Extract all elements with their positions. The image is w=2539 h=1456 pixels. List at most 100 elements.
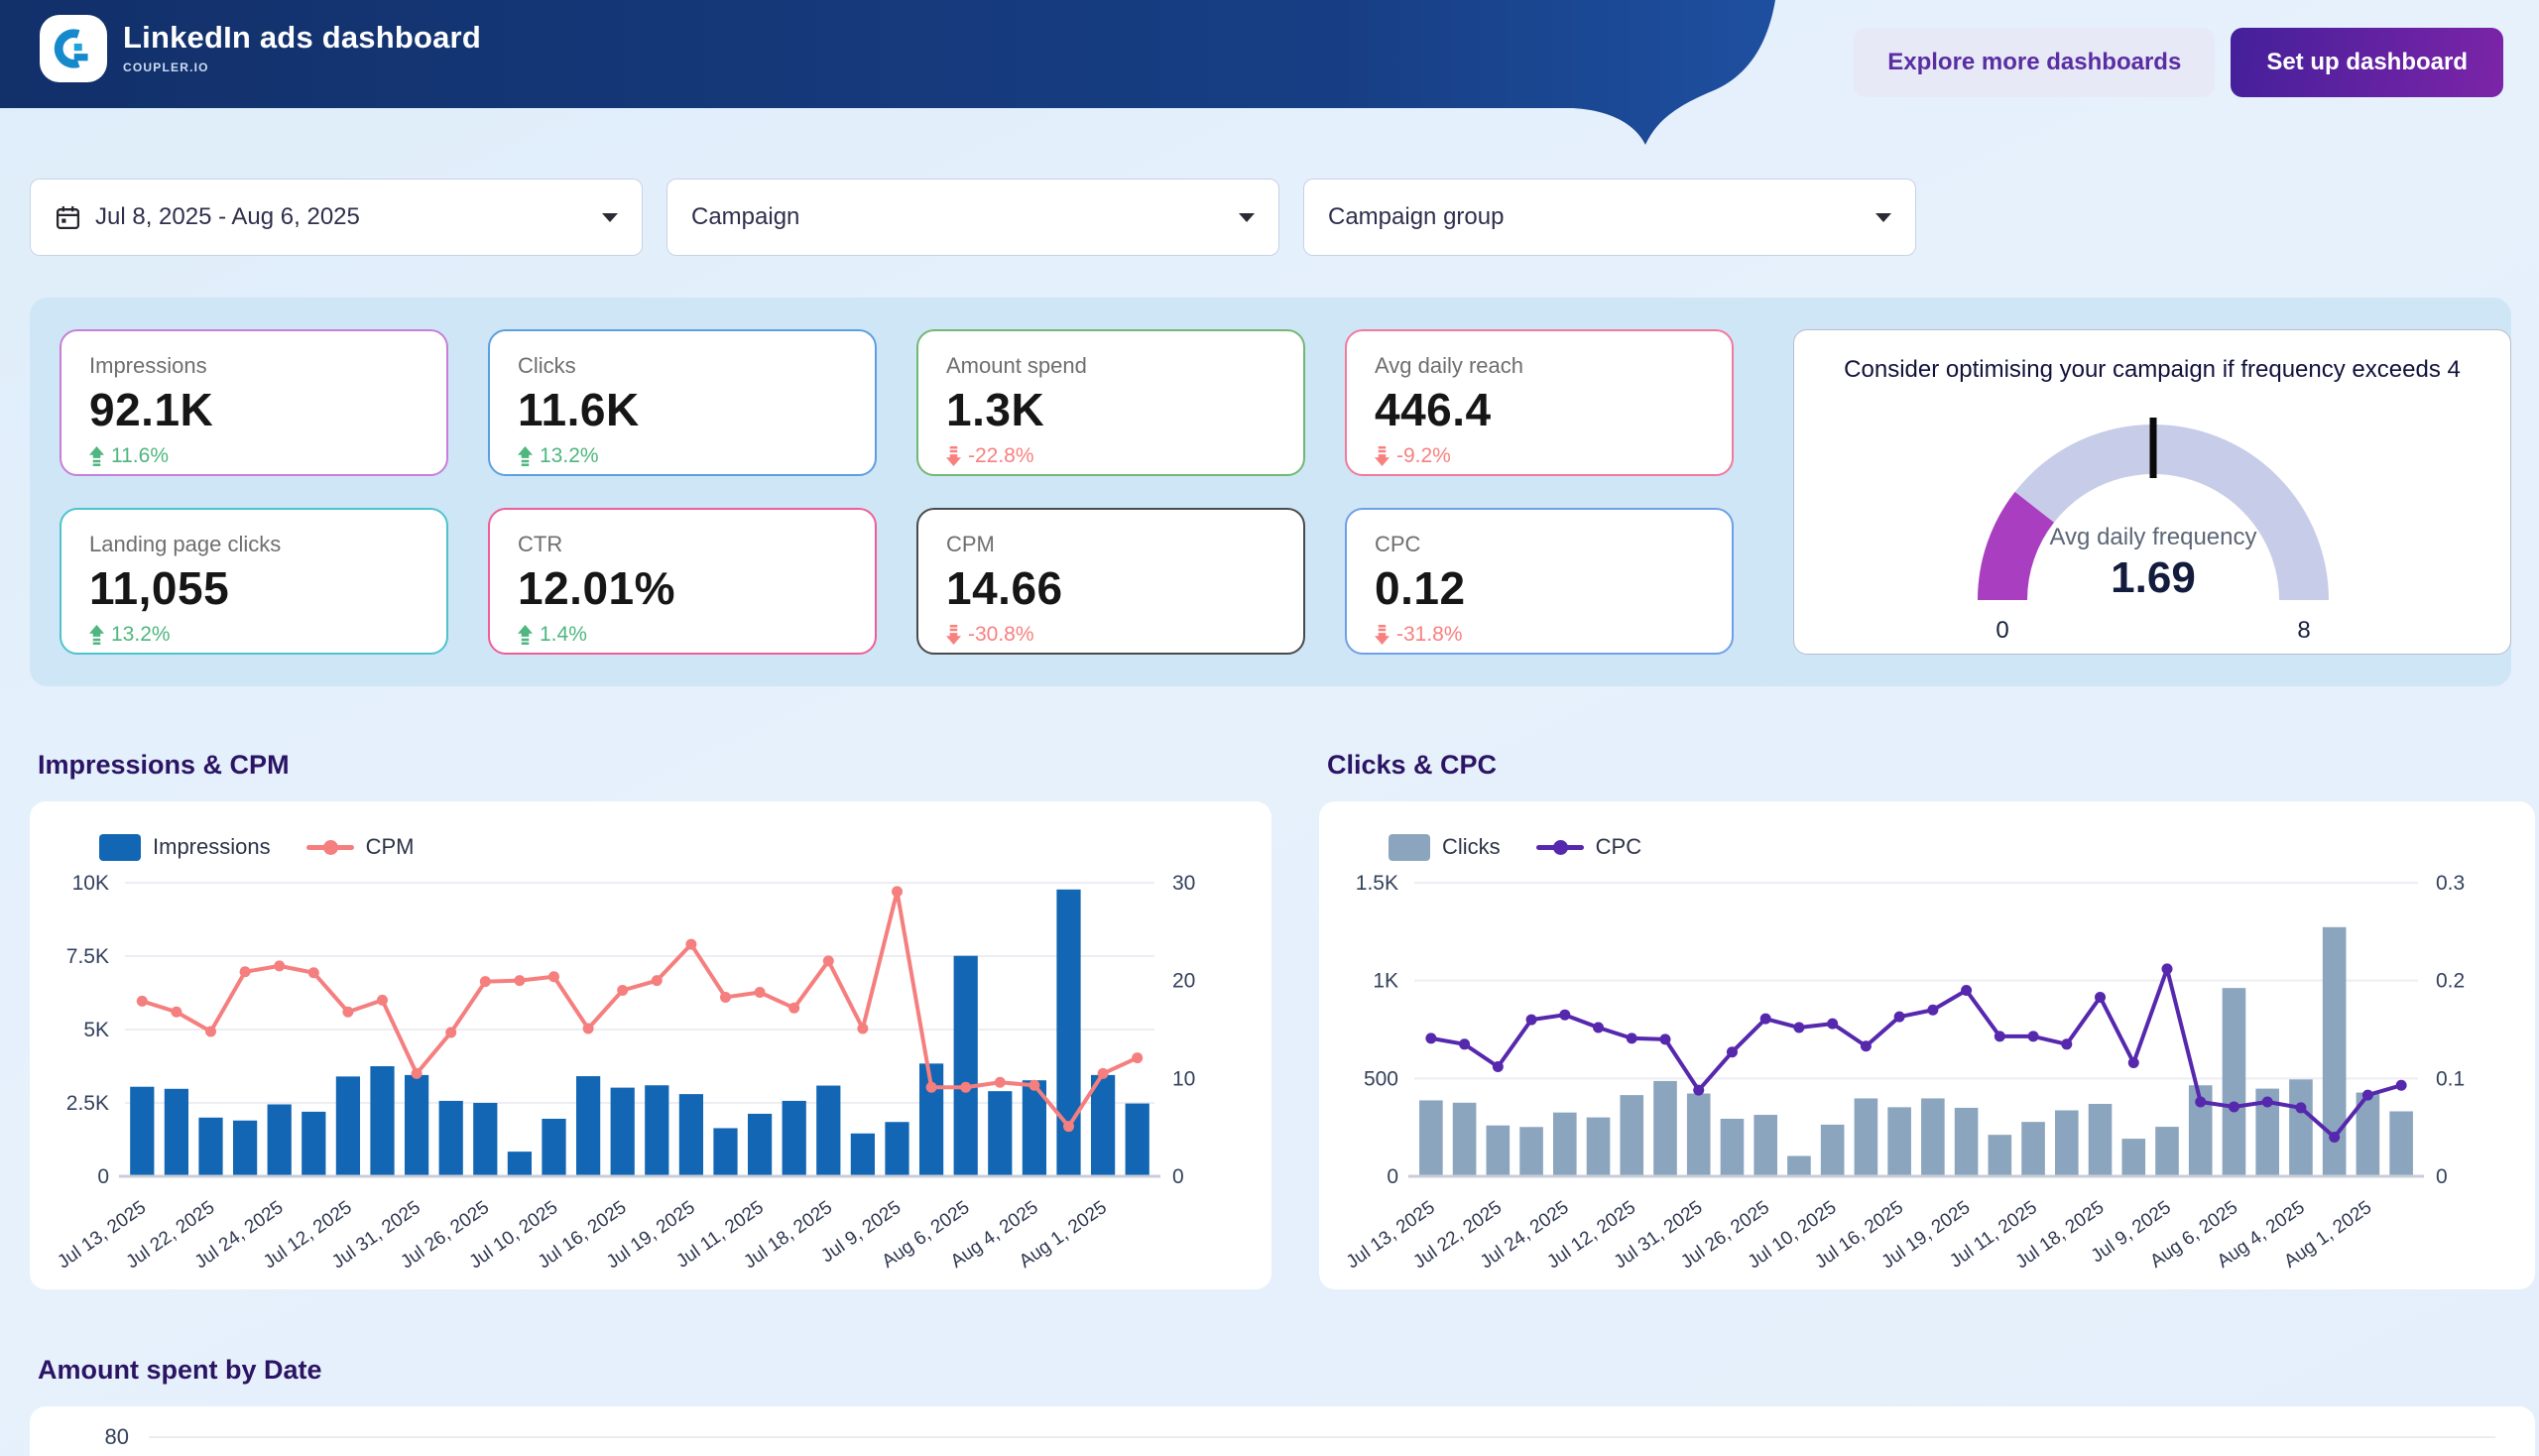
filter-bar: Jul 8, 2025 - Aug 6, 2025 Campaign Campa… xyxy=(30,179,1916,256)
trend-arrow-icon xyxy=(89,625,104,645)
kpi-value: 12.01% xyxy=(518,561,847,615)
legend-label: Clicks xyxy=(1442,834,1501,860)
clicks-cpc-legend: Clicks CPC xyxy=(1389,827,2535,867)
kpi-value: 11,055 xyxy=(89,561,419,615)
kpi-delta: -22.8% xyxy=(946,444,1275,468)
kpi-value: 1.3K xyxy=(946,383,1275,436)
kpi-card: CTR 12.01% 1.4% xyxy=(488,508,877,655)
trend-arrow-icon xyxy=(1375,446,1390,466)
gridline xyxy=(149,1436,2495,1438)
svg-text:20: 20 xyxy=(1172,970,1195,993)
svg-text:0: 0 xyxy=(1172,1165,1184,1188)
svg-text:1K: 1K xyxy=(1373,970,1398,993)
kpi-delta-value: -22.8% xyxy=(968,444,1034,468)
svg-text:10K: 10K xyxy=(72,872,109,895)
kpi-delta-value: 13.2% xyxy=(111,623,171,647)
kpi-delta: -30.8% xyxy=(946,623,1275,647)
explore-more-dashboards-button[interactable]: Explore more dashboards xyxy=(1854,28,2215,97)
impressions-cpm-title: Impressions & CPM xyxy=(38,750,290,781)
page-title: LinkedIn ads dashboard xyxy=(123,20,481,56)
svg-text:10: 10 xyxy=(1172,1067,1195,1090)
chevron-down-icon xyxy=(602,213,618,222)
kpi-delta: -31.8% xyxy=(1375,623,1704,647)
legend-label: Impressions xyxy=(153,834,271,860)
line-swatch xyxy=(1536,845,1584,850)
svg-text:0: 0 xyxy=(97,1165,109,1188)
trend-arrow-icon xyxy=(89,446,104,466)
svg-text:0: 0 xyxy=(1387,1165,1398,1188)
calendar-icon xyxy=(55,204,81,231)
kpi-panel: Impressions 92.1K 11.6% Clicks 11.6K 13.… xyxy=(30,298,2511,686)
impressions-cpm-card: ImpressionsCPM 02.5K5K7.5K10K0102030Jul … xyxy=(30,801,1271,1289)
chevron-down-icon xyxy=(1875,213,1891,222)
date-range-value: Jul 8, 2025 - Aug 6, 2025 xyxy=(95,203,588,231)
kpi-card: Amount spend 1.3K -22.8% xyxy=(916,329,1305,476)
kpi-label: CTR xyxy=(518,532,847,557)
campaign-filter-label: Campaign xyxy=(691,203,1225,231)
kpi-delta-value: 13.2% xyxy=(540,444,599,468)
app-header: LinkedIn ads dashboard COUPLER.IO Explor… xyxy=(0,0,2539,111)
svg-text:7.5K: 7.5K xyxy=(66,945,109,968)
legend-item-impressions[interactable]: Impressions xyxy=(99,834,271,861)
amount-spent-title: Amount spent by Date xyxy=(38,1355,322,1386)
date-range-filter[interactable]: Jul 8, 2025 - Aug 6, 2025 xyxy=(30,179,643,256)
clicks-cpc-chart[interactable]: 05001K1.5K00.10.20.3Jul 13, 2025Jul 22, … xyxy=(1319,867,2535,1283)
bar-swatch xyxy=(99,834,141,861)
coupler-logo-icon xyxy=(50,25,97,72)
trend-arrow-icon xyxy=(946,446,961,466)
kpi-label: Avg daily reach xyxy=(1375,353,1704,379)
kpi-label: Impressions xyxy=(89,353,419,379)
kpi-delta-value: -31.8% xyxy=(1396,623,1463,647)
trend-arrow-icon xyxy=(518,446,533,466)
kpi-delta: -9.2% xyxy=(1375,444,1704,468)
trend-arrow-icon xyxy=(946,625,961,645)
impressions-cpm-chart[interactable]: 02.5K5K7.5K10K0102030Jul 13, 2025Jul 22,… xyxy=(30,867,1271,1283)
kpi-card: Impressions 92.1K 11.6% xyxy=(60,329,448,476)
svg-text:0: 0 xyxy=(1995,617,2008,640)
legend-item-cpc[interactable]: CPC xyxy=(1536,834,1641,860)
legend-label: CPM xyxy=(366,834,415,860)
frequency-gauge-card: Consider optimising your campaign if fre… xyxy=(1793,329,2511,655)
kpi-card: Avg daily reach 446.4 -9.2% xyxy=(1345,329,1734,476)
kpi-value: 11.6K xyxy=(518,383,847,436)
svg-text:5K: 5K xyxy=(83,1019,109,1041)
kpi-label: Clicks xyxy=(518,353,847,379)
clicks-cpc-card: ClicksCPC 05001K1.5K00.10.20.3Jul 13, 20… xyxy=(1319,801,2535,1289)
kpi-card: CPM 14.66 -30.8% xyxy=(916,508,1305,655)
campaign-group-filter-label: Campaign group xyxy=(1328,203,1862,231)
kpi-delta: 11.6% xyxy=(89,444,419,468)
gauge-note: Consider optimising your campaign if fre… xyxy=(1794,356,2510,384)
svg-text:Avg daily frequency: Avg daily frequency xyxy=(2049,524,2256,550)
svg-text:2.5K: 2.5K xyxy=(66,1092,109,1115)
frequency-gauge: Avg daily frequency1.6908 xyxy=(1794,384,2512,640)
bar-swatch xyxy=(1389,834,1430,861)
set-up-dashboard-button[interactable]: Set up dashboard xyxy=(2231,28,2503,97)
kpi-value: 446.4 xyxy=(1375,383,1704,436)
campaign-group-filter[interactable]: Campaign group xyxy=(1303,179,1916,256)
svg-text:1.69: 1.69 xyxy=(2111,553,2196,602)
svg-text:0: 0 xyxy=(2436,1165,2448,1188)
y-tick-label: 80 xyxy=(69,1424,129,1450)
brand-label: COUPLER.IO xyxy=(123,61,481,74)
kpi-card: CPC 0.12 -31.8% xyxy=(1345,508,1734,655)
header-titles: LinkedIn ads dashboard COUPLER.IO xyxy=(123,20,481,74)
linkedin-ads-dashboard: LinkedIn ads dashboard COUPLER.IO Explor… xyxy=(0,0,2539,1456)
kpi-delta-value: 11.6% xyxy=(111,444,169,468)
legend-item-cpm[interactable]: CPM xyxy=(306,834,415,860)
kpi-value: 92.1K xyxy=(89,383,419,436)
trend-arrow-icon xyxy=(1375,625,1390,645)
kpi-label: CPC xyxy=(1375,532,1704,557)
chevron-down-icon xyxy=(1239,213,1255,222)
kpi-value: 0.12 xyxy=(1375,561,1704,615)
impressions-cpm-legend: Impressions CPM xyxy=(99,827,1271,867)
kpi-delta: 13.2% xyxy=(518,444,847,468)
svg-text:0.1: 0.1 xyxy=(2436,1067,2465,1090)
campaign-filter[interactable]: Campaign xyxy=(666,179,1279,256)
svg-text:1.5K: 1.5K xyxy=(1356,872,1398,895)
kpi-card: Clicks 11.6K 13.2% xyxy=(488,329,877,476)
legend-item-clicks[interactable]: Clicks xyxy=(1389,834,1501,861)
kpi-delta-value: -9.2% xyxy=(1396,444,1451,468)
kpi-delta-value: -30.8% xyxy=(968,623,1034,647)
legend-label: CPC xyxy=(1596,834,1641,860)
kpi-value: 14.66 xyxy=(946,561,1275,615)
